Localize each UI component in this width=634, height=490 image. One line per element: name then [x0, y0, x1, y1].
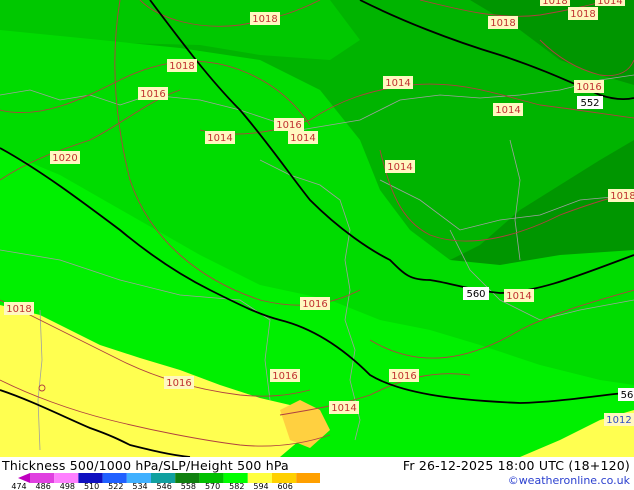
legend-tick-label: 522 [108, 482, 123, 490]
isobar-label: 1016 [274, 118, 304, 131]
svg-text:1016: 1016 [272, 371, 297, 382]
isobar-label: 1014 [493, 103, 523, 116]
legend-tick-label: 534 [132, 482, 147, 490]
isobar-label: 1014 [383, 76, 413, 89]
svg-text:1014: 1014 [385, 78, 410, 89]
svg-text:1012: 1012 [606, 415, 631, 426]
isobar-label: 1018 [568, 7, 598, 20]
svg-text:1018: 1018 [169, 61, 194, 72]
isobar-label: 1014 [329, 401, 359, 414]
isobar-label: 1018 [167, 59, 197, 72]
forecast-map: 1018 1018 1018 1018 1018 1014 1016 1016 … [0, 0, 634, 490]
legend-tick-label: 546 [157, 482, 172, 490]
isobar-label: 1018 [250, 12, 280, 25]
svg-text:1014: 1014 [495, 105, 520, 116]
isobar-label: 1018 [488, 16, 518, 29]
isobar-label: 1016 [164, 376, 194, 389]
legend-tick-label: 570 [205, 482, 220, 490]
svg-text:1014: 1014 [506, 291, 531, 302]
forecast-datetime: Fr 26-12-2025 18:00 UTC (18+120) [402, 458, 630, 473]
svg-text:1020: 1020 [52, 153, 77, 164]
isobar-label: 1014 [595, 0, 625, 7]
svg-text:1014: 1014 [207, 133, 232, 144]
isobar-label: 1018 [608, 189, 634, 202]
svg-text:1016: 1016 [302, 299, 327, 310]
isobar-label: 1018 [540, 0, 570, 7]
footer-bar: Thickness 500/1000 hPa/SLP/Height 500 hP… [0, 457, 634, 490]
svg-text:1014: 1014 [597, 0, 622, 7]
map-title: Thickness 500/1000 hPa/SLP/Height 500 hP… [2, 458, 289, 473]
legend-tick-label: 606 [278, 482, 293, 490]
isobar-label: 1012 [604, 413, 634, 426]
isobar-label: 1014 [205, 131, 235, 144]
svg-text:1014: 1014 [331, 403, 356, 414]
isobar-label: 1014 [504, 289, 534, 302]
svg-text:1016: 1016 [140, 89, 165, 100]
svg-text:1016: 1016 [276, 120, 301, 131]
svg-text:1016: 1016 [391, 371, 416, 382]
isobar-label: 1016 [300, 297, 330, 310]
svg-text:1014: 1014 [387, 162, 412, 173]
svg-text:552: 552 [580, 98, 599, 109]
svg-text:1014: 1014 [290, 133, 315, 144]
legend-tick-label: 474 [11, 482, 26, 490]
legend-tick-label: 498 [60, 482, 75, 490]
height-label: 552 [577, 96, 603, 109]
legend-tick-label: 582 [229, 482, 244, 490]
legend-tick-label: 486 [36, 482, 51, 490]
svg-text:1018: 1018 [252, 14, 277, 25]
isobar-label: 1018 [4, 302, 34, 315]
isobar-label: 1014 [288, 131, 318, 144]
svg-text:1018: 1018 [6, 304, 31, 315]
svg-text:1018: 1018 [542, 0, 567, 7]
isobar-label: 1016 [389, 369, 419, 382]
isobar-label: 1020 [50, 151, 80, 164]
isobar-label: 1016 [574, 80, 604, 93]
svg-text:1018: 1018 [610, 191, 634, 202]
svg-text:56: 56 [621, 390, 634, 401]
legend-tick-label: 558 [181, 482, 196, 490]
height-label: 560 [463, 287, 489, 300]
credit-link[interactable]: ©weatheronline.co.uk [508, 474, 630, 487]
svg-text:1016: 1016 [576, 82, 601, 93]
legend-tick-label: 594 [253, 482, 268, 490]
svg-text:1016: 1016 [166, 378, 191, 389]
svg-text:1018: 1018 [570, 9, 595, 20]
isobar-label: 1016 [270, 369, 300, 382]
legend-swatch [296, 473, 320, 483]
isobar-label: 1014 [385, 160, 415, 173]
height-label: 56 [618, 388, 634, 401]
svg-text:1018: 1018 [490, 18, 515, 29]
thickness-legend: 474 486 498 510 522 534 546 558 570 582 594 606 [11, 473, 320, 490]
svg-text:560: 560 [466, 289, 485, 300]
legend-tick-label: 510 [84, 482, 99, 490]
isobar-label: 1016 [138, 87, 168, 100]
